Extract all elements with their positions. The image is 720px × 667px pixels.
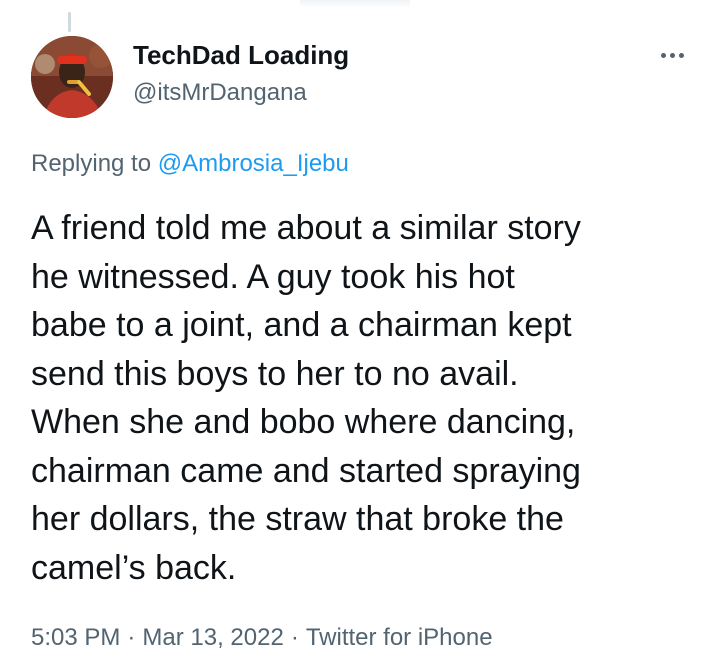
replying-to-mention-link[interactable]: @Ambrosia_Ijebu <box>158 150 349 177</box>
more-icon-dot <box>669 52 675 58</box>
tweet-text-line: When she and bobo where dancing, <box>31 403 576 441</box>
meta-separator: · <box>127 624 136 651</box>
tweet-time-link[interactable]: 5:03 PM <box>31 624 120 651</box>
replying-to-prefix: Replying to <box>31 150 152 177</box>
tweet-text-line: her dollars, the straw that broke the <box>31 500 564 538</box>
meta-separator: · <box>290 624 299 651</box>
tweet-text-line: A friend told me about a similar story <box>31 209 581 247</box>
tweet-text-line: he witnessed. A guy took his hot <box>31 257 515 296</box>
author-handle[interactable]: @itsMrDangana <box>133 79 307 107</box>
avatar[interactable] <box>31 36 113 118</box>
tweet-text-line: send this boys to her to no avail. <box>31 354 519 393</box>
tweet-meta: 5:03 PM · Mar 13, 2022 · Twitter for iPhone <box>31 624 493 652</box>
tweet-text-line: camel’s back. <box>31 548 237 587</box>
author-display-name[interactable]: TechDad Loading <box>133 40 349 71</box>
thread-connector-line <box>68 12 71 32</box>
tweet-text-line: chairman came and started spraying <box>31 451 581 490</box>
more-options-button[interactable] <box>652 42 692 68</box>
tweet-date-link[interactable]: Mar 13, 2022 <box>142 624 283 651</box>
tweet-source-link[interactable]: Twitter for iPhone <box>306 624 493 651</box>
avatar-photo <box>31 36 113 118</box>
replying-to: Replying to @Ambrosia_Ijebu <box>31 150 349 178</box>
more-icon-dot <box>678 52 684 58</box>
top-divider-fade <box>300 0 410 8</box>
more-horizontal-icon <box>660 52 666 58</box>
tweet-text-line: babe to a joint, and a chairman kept <box>31 306 572 344</box>
tweet-text: A friend told me about a similar story h… <box>31 204 701 592</box>
